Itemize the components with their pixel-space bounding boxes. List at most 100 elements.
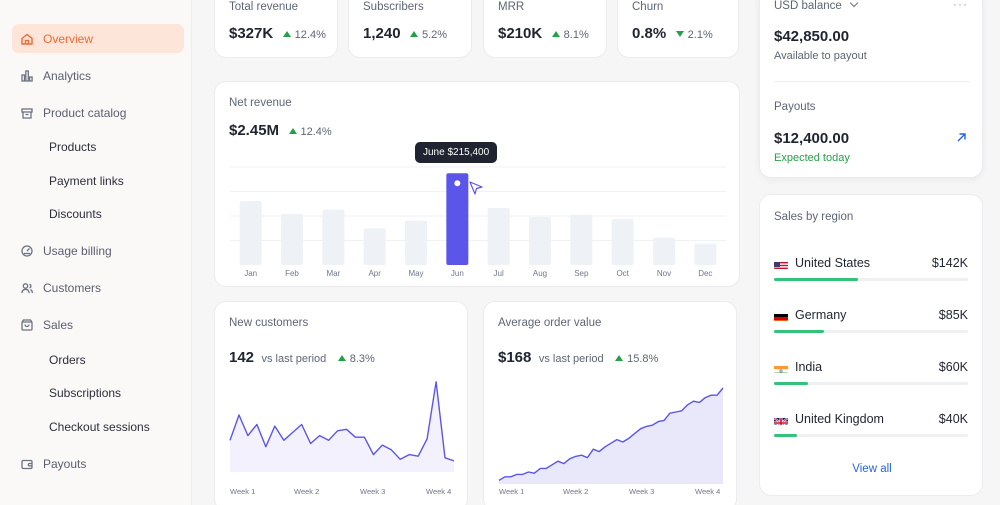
in-flag-icon [774,363,788,373]
bar-dec[interactable] [694,243,717,265]
x-tick-label: Aug [533,269,547,278]
us-flag-icon [774,259,788,269]
region-amount: $40K [938,412,968,426]
region-bar-track [774,330,968,333]
balance-amount: $42,850.00 [774,28,850,45]
sidebar-item-label: Payouts [43,456,87,471]
x-tick-label: Sep [574,269,589,278]
bar-nov[interactable] [653,237,675,265]
sidebar-item-customers[interactable]: Customers [12,273,184,302]
kpi-label: MRR [498,1,525,13]
x-tick-label: Mar [326,269,340,278]
bar-tooltip: June $215,400 [415,142,498,163]
sidebar-item-checkout-sessions[interactable]: Checkout sessions [49,420,150,434]
region-bar-track [774,434,968,437]
sidebar-item-label: Sales [43,317,74,332]
region-name: India [795,360,823,374]
sidebar-item-label: Customers [43,280,102,295]
bar-feb[interactable] [281,213,303,265]
home-icon [20,32,34,46]
kpi-value: $327K [229,25,274,42]
region-bar-track [774,382,968,385]
de-flag-icon [774,311,788,321]
x-tick-label: Week 2 [294,487,319,496]
sidebar-item-product-catalog[interactable]: Product catalog [12,98,184,127]
area-fill [499,388,723,484]
sidebar-item-analytics[interactable]: Analytics [12,61,184,90]
region-bar-track [774,278,968,281]
line-area-fill [230,381,454,472]
sidebar-item-orders[interactable]: Orders [49,353,86,367]
x-tick-label: May [408,269,423,278]
x-tick-label: Nov [657,269,671,278]
payouts-label: Payouts [774,101,816,113]
sidebar-item-label: Usage billing [43,243,112,258]
region-amount: $142K [931,256,968,270]
arrow-down-icon [675,31,684,37]
x-tick-label: Feb [285,269,299,278]
sidebar-item-discounts[interactable]: Discounts [49,207,102,221]
region-bar-fill [774,278,858,281]
x-tick-label: Week 3 [360,487,385,496]
payouts-amount: $12,400.00 [774,130,850,147]
gb-flag-icon [774,415,788,425]
sidebar-item-sales[interactable]: Sales [12,310,184,339]
card-title: Sales by region [774,211,854,223]
bar-marker [453,179,462,188]
more-options-icon[interactable]: ··· [953,0,968,11]
region-bar-fill [774,434,797,437]
region-name: United States [795,256,871,270]
users-icon [20,281,34,295]
x-tick-label: Dec [698,269,712,278]
kpi-value: $210K [498,25,543,42]
currency-label: USD balance [774,0,842,12]
bar-oct[interactable] [611,218,634,265]
sidebar-item-products[interactable]: Products [49,140,96,154]
new-customers-line-chart: Week 1 Week 2 Week 3 Week 4 [229,381,455,496]
sidebar-item-payouts[interactable]: Payouts [12,449,184,478]
bar-mar[interactable] [322,209,345,265]
x-tick-label: Week 4 [426,487,451,496]
region-bar-fill [774,330,824,333]
sidebar-item-subscriptions[interactable]: Subscriptions [49,386,121,400]
x-tick-label: Jul [494,269,504,278]
kpi-change: 2.1% [687,29,713,41]
bar-jan[interactable] [239,201,262,265]
sidebar-item-label: Overview [43,31,94,46]
region-bar-fill [774,382,809,385]
sidebar-item-usage-billing[interactable]: Usage billing [12,236,184,265]
arrow-up-icon [410,31,418,37]
view-all-link[interactable]: View all [760,463,984,475]
sidebar-item-payment-links[interactable]: Payment links [49,174,124,188]
bar-jul[interactable] [487,207,510,265]
bar-may[interactable] [405,220,427,265]
kpi-change: 5.2% [422,29,448,41]
bag-icon [20,318,34,332]
divider [774,81,970,82]
bar-apr[interactable] [363,228,386,265]
x-tick-label: Week 1 [230,487,255,496]
bar-aug[interactable] [529,216,551,265]
kpi-total-revenue: Total revenue $327K 12.4% [214,0,338,58]
kpi-churn: Churn 0.8% 2.1% [617,0,739,58]
region-amount: $60K [938,360,968,374]
chevron-down-icon [849,0,859,8]
currency-selector[interactable]: USD balance [774,0,859,12]
kpi-change: 12.4% [294,29,326,41]
sidebar-item-overview[interactable]: Overview [12,24,184,53]
average-order-area-chart: Week 1 Week 2 Week 3 Week 4 [498,387,724,496]
x-tick-label: Week 4 [695,487,720,496]
x-tick-label: Week 1 [499,487,524,496]
x-tick-label: Week 3 [629,487,654,496]
arrow-up-right-icon[interactable] [956,132,967,143]
kpi-label: Subscribers [363,1,424,13]
arrow-up-icon [551,31,560,37]
box-icon [20,106,34,120]
bar-sep[interactable] [570,214,593,265]
kpi-change: 8.1% [563,29,589,41]
kpi-subscribers: Subscribers 1,240 5.2% [348,0,472,58]
sidebar-item-label: Analytics [43,68,92,83]
new-customers-card: New customers 142 vs last period 8.3% We… [214,301,468,505]
average-order-card: Average order value $168 vs last period … [483,301,737,505]
sales-by-region-card: Sales by region United States $142K Germ… [759,194,983,496]
